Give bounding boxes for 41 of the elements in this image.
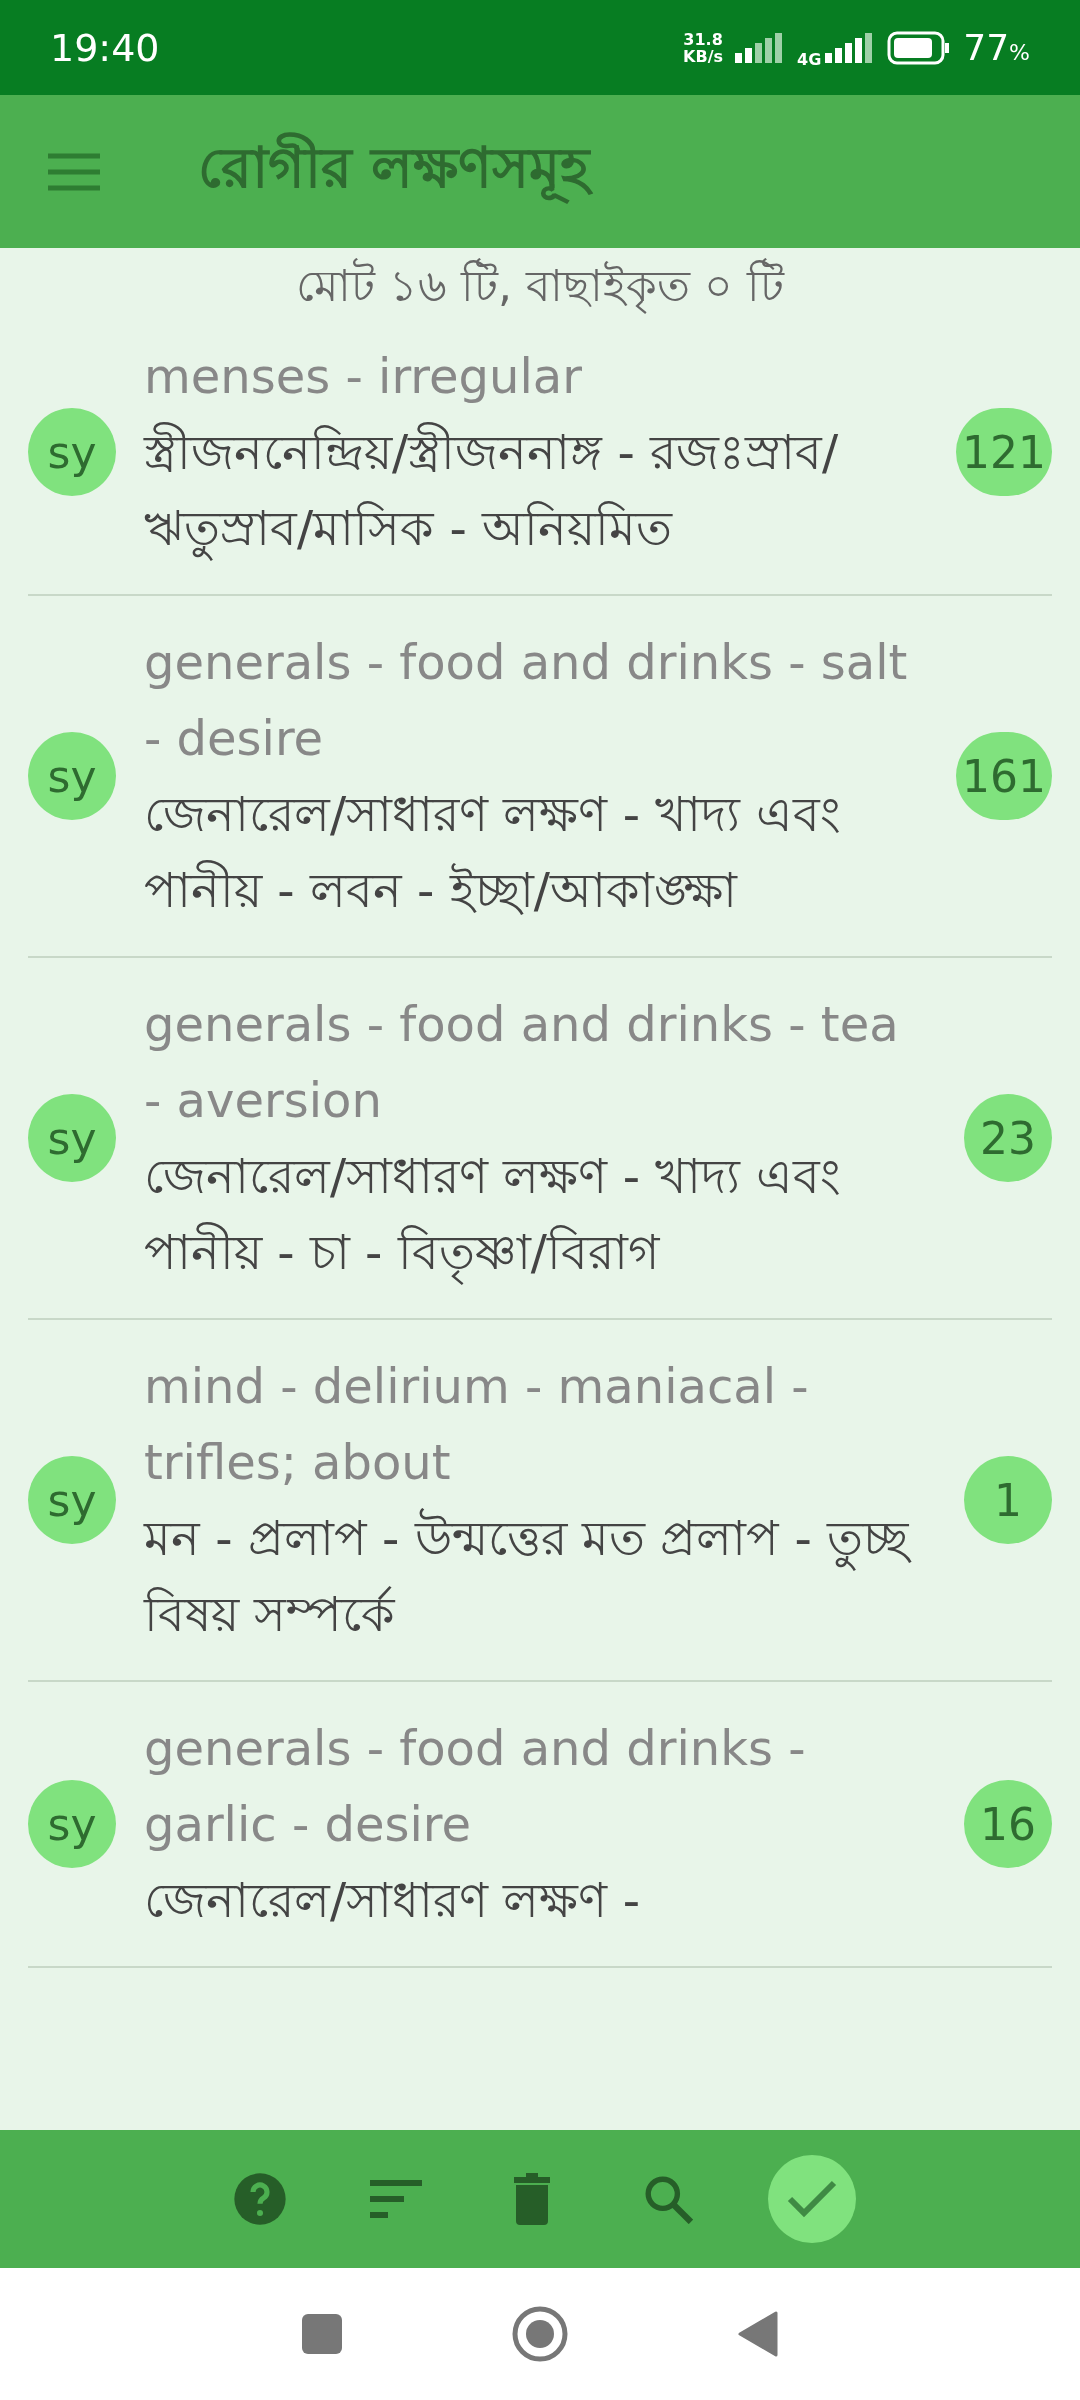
home-button[interactable]: [512, 2306, 568, 2362]
help-icon: [232, 2171, 288, 2227]
count-badge: 161: [956, 732, 1052, 820]
symptom-english: menses - irregular: [144, 347, 583, 406]
symptom-bengali: জেনারেল/সাধারণ লক্ষণ - খাদ্য এবং পানীয় - লবন - ইচ্ছা/আকাঙ্ক্ষা: [144, 785, 842, 920]
network-type: 4G: [797, 50, 822, 69]
signal-icon: [735, 32, 785, 63]
type-badge: sy: [28, 1780, 116, 1868]
battery-icon: [887, 30, 952, 65]
symptom-bengali: জেনারেল/সাধারণ লক্ষণ -: [144, 1871, 641, 1930]
symptom-english: mind - delirium - maniacal - trifles; about: [144, 1357, 810, 1492]
symptom-row[interactable]: sy generals - food and drinks - garlic - desire জেনারেল/সাধারণ লক্ষণ - 16: [28, 1682, 1052, 1968]
symptom-english: generals - food and drinks - garlic - desire: [144, 1719, 807, 1854]
symptom-bengali: স্ত্রীজননেন্দ্রিয়/স্ত্রীজননাঙ্গ - রজঃস্রাব/ঋতুস্রাব/মাসিক - অনিয়মিত: [144, 414, 916, 566]
count-badge: 1: [964, 1456, 1052, 1544]
type-badge: sy: [28, 1094, 116, 1182]
back-button[interactable]: [738, 2311, 778, 2357]
recents-button[interactable]: [302, 2314, 342, 2354]
symptom-english: generals - food and drinks - salt - desire: [144, 633, 909, 768]
symptom-bengali: জেনারেল/সাধারণ লক্ষণ - খাদ্য এবং পানীয় - চা - বিতৃষ্ণা/বিরাগ: [144, 1138, 924, 1290]
clock-time: 19:40: [50, 25, 160, 70]
count-badge: 121: [956, 408, 1052, 496]
count-badge: 16: [964, 1780, 1052, 1868]
count-badge: 23: [964, 1094, 1052, 1182]
symptom-english: generals - food and drinks - tea - aversion: [144, 995, 900, 1130]
search-icon: [643, 2174, 693, 2224]
check-icon: [786, 2179, 838, 2219]
network-speed: 31.8 KB/s: [683, 30, 723, 65]
symptom-row[interactable]: sy generals - food and drinks - tea - aversion জেনারেল/সাধারণ লক্ষণ - খাদ্য এবং পানীয় - চা - বিতৃষ্ণা/বিরাগ 23: [28, 958, 1052, 1320]
symptom-row[interactable]: sy menses - irregular স্ত্রীজননেন্দ্রিয়/স্ত্রীজননাঙ্গ - রজঃস্রাব/ঋতুস্রাব/মাসিক - অনিয়মিত 121: [28, 330, 1052, 596]
type-badge: sy: [28, 408, 116, 496]
sort-icon: [370, 2179, 422, 2219]
symptom-row[interactable]: sy mind - delirium - maniacal - trifles; about মন - প্রলাপ - উন্মত্তের মত প্রলাপ - তুচ্ছ বিষয় সম্পর্কে 1: [28, 1320, 1052, 1682]
selection-summary: মোট ১৬ টি, বাছাইকৃত ০ টি: [0, 248, 1080, 330]
symptom-row[interactable]: sy generals - food and drinks - salt - desire জেনারেল/সাধারণ লক্ষণ - খাদ্য এবং পানীয় - লবন - ইচ্ছা/আকাঙ্ক্ষা 161: [28, 596, 1052, 958]
symptom-bengali: মন - প্রলাপ - উন্মত্তের মত প্রলাপ - তুচ্ছ বিষয় সম্পর্কে: [144, 1500, 924, 1652]
battery-percent: 77%: [963, 27, 1030, 68]
type-badge: sy: [28, 732, 116, 820]
type-badge: sy: [28, 1456, 116, 1544]
menu-icon[interactable]: [48, 151, 100, 192]
trash-icon: [512, 2173, 552, 2225]
